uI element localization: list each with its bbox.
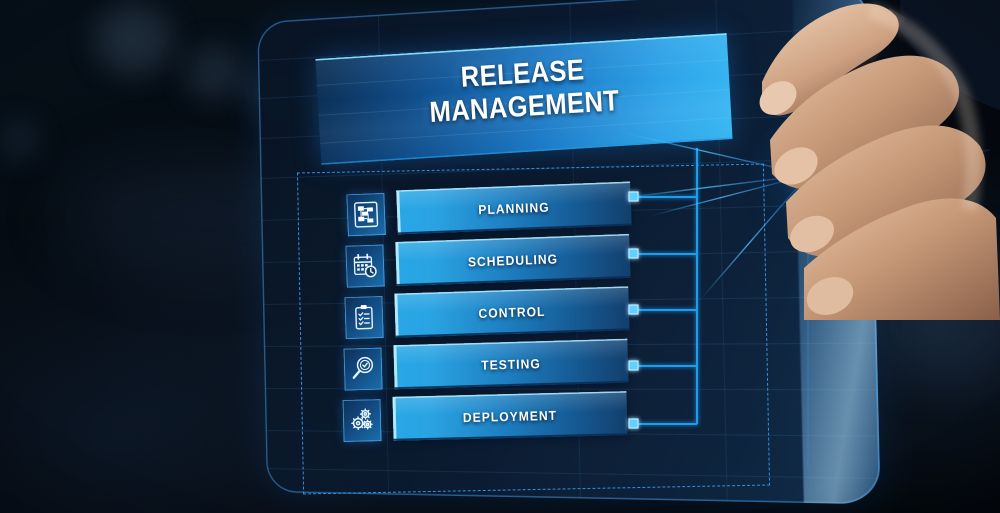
bokeh-light (0, 120, 40, 160)
screenshot-root: RELEASE MANAGEMENT PLANNING SCHEDULING C… (0, 0, 1000, 513)
step-label: DEPLOYMENT (462, 407, 558, 425)
calendar-clock-icon (345, 244, 385, 288)
process-step-testing[interactable]: TESTING (343, 337, 674, 392)
magnifier-check-icon (343, 347, 383, 391)
step-label: PLANNING (478, 199, 550, 217)
step-label: SCHEDULING (467, 250, 559, 269)
bokeh-light (95, 5, 173, 75)
step-bar[interactable]: TESTING (393, 338, 629, 390)
gears-icon (342, 399, 382, 443)
step-label: CONTROL (478, 303, 546, 321)
step-label: TESTING (480, 355, 541, 373)
step-bar[interactable]: PLANNING (396, 181, 632, 235)
hand-with-stylus (759, 0, 1000, 320)
step-bar[interactable]: SCHEDULING (395, 233, 631, 287)
step-bar[interactable]: CONTROL (394, 286, 630, 338)
process-step-deployment[interactable]: DEPLOYMENT (342, 390, 673, 444)
bokeh-light (185, 45, 245, 101)
clipboard-checklist-icon (344, 295, 384, 340)
flowchart-icon (346, 192, 386, 237)
step-bar[interactable]: DEPLOYMENT (392, 391, 628, 441)
